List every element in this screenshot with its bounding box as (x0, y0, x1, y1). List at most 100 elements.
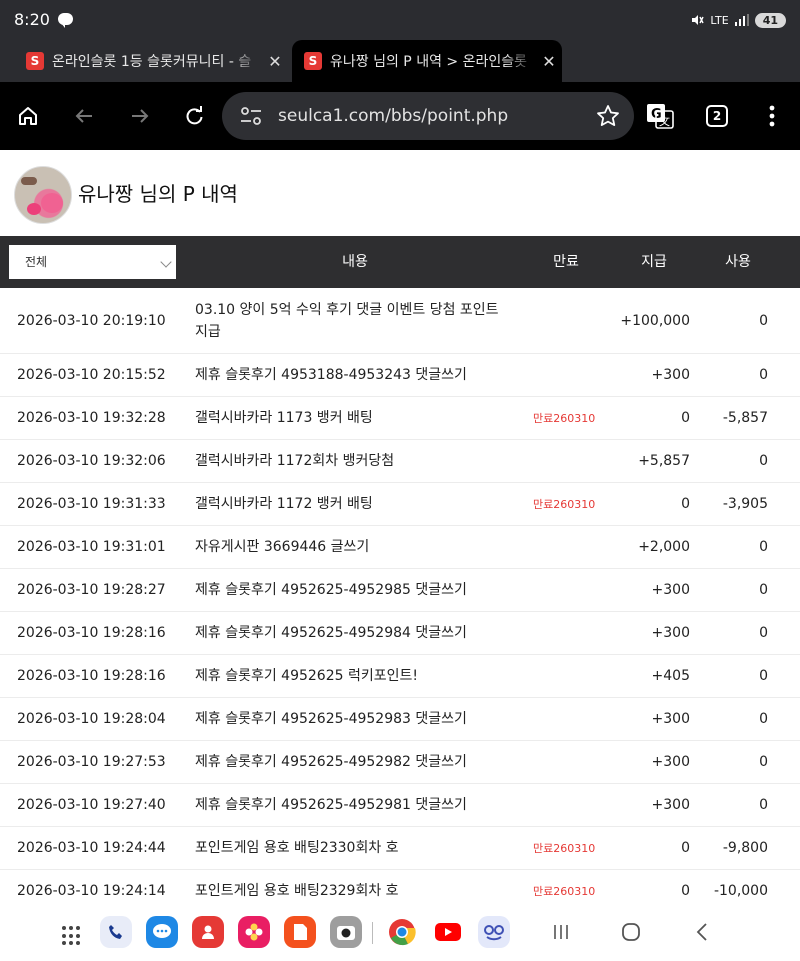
row-give: +300 (651, 625, 690, 641)
messages-app-icon[interactable] (146, 916, 178, 948)
row-content: 제휴 슬롯후기 4953188-4953243 댓글쓰기 (195, 367, 467, 383)
close-tab-icon[interactable]: ✕ (536, 52, 562, 71)
battery-indicator: 41 (754, 12, 786, 28)
tab-switcher-button[interactable]: 2 (706, 105, 728, 127)
table-row: 2026-03-10 19:28:27 제휴 슬롯후기 4952625-4952… (0, 569, 800, 612)
forward-arrow-icon[interactable] (124, 100, 156, 132)
page-header: 유나짱 님의 P 내역 (0, 150, 800, 236)
row-give: +300 (651, 797, 690, 813)
gallery-app-icon[interactable] (238, 916, 270, 948)
table-row: 2026-03-10 19:28:16 제휴 슬롯후기 4952625-4952… (0, 612, 800, 655)
row-date: 2026-03-10 19:27:53 (17, 754, 166, 770)
tab-inactive[interactable]: 온라인슬롯 1등 슬롯커뮤니티 - 슬 ✕ (26, 40, 288, 82)
phone-app-icon[interactable] (100, 916, 132, 948)
row-date: 2026-03-10 19:31:33 (17, 496, 166, 512)
row-give: +300 (651, 367, 690, 383)
site-settings-icon[interactable] (240, 106, 262, 126)
row-use: -3,905 (722, 496, 768, 512)
status-bar: 8:20 LTE 41 (0, 0, 800, 40)
url-text[interactable]: seulca1.com/bbs/point.php (278, 92, 508, 140)
contacts-app-icon[interactable] (192, 916, 224, 948)
tab-title: 유나짱 님의 P 내역 > 온라인슬롯 (330, 54, 527, 70)
table-row: 2026-03-10 19:31:01 자유게시판 3669446 글쓰기 +2… (0, 526, 800, 569)
address-bar[interactable]: seulca1.com/bbs/point.php (222, 92, 634, 140)
status-indicators: LTE 41 (690, 11, 786, 29)
row-give: +100,000 (620, 312, 690, 329)
column-header-content: 내용 (342, 254, 368, 270)
table-row: 2026-03-10 19:31:33 갤럭시바카라 1172 뱅커 배팅 만료… (0, 483, 800, 526)
home-nav-icon[interactable] (615, 916, 647, 948)
row-give: +300 (651, 582, 690, 598)
dock-separator (372, 922, 373, 944)
table-row: 2026-03-10 19:27:40 제휴 슬롯후기 4952625-4952… (0, 784, 800, 827)
table-row: 2026-03-10 19:24:44 포인트게임 용호 배팅2330회차 호 … (0, 827, 800, 870)
site-favicon-icon (26, 52, 44, 70)
tab-title: 온라인슬롯 1등 슬롯커뮤니티 - 슬 (52, 54, 252, 70)
row-use: 0 (759, 668, 768, 684)
signal-icon (734, 14, 749, 26)
table-row: 2026-03-10 20:15:52 제휴 슬롯후기 4953188-4953… (0, 354, 800, 397)
row-use: 0 (759, 367, 768, 383)
back-nav-icon[interactable] (686, 916, 718, 948)
reload-icon[interactable] (178, 100, 210, 132)
row-give: 0 (681, 410, 690, 426)
row-use: 0 (759, 453, 768, 469)
row-give: +300 (651, 754, 690, 770)
filter-selected-value: 전체 (25, 255, 48, 269)
mute-icon (692, 15, 705, 25)
row-content: 제휴 슬롯후기 4952625-4952984 댓글쓰기 (195, 625, 467, 641)
row-date: 2026-03-10 20:19:10 (17, 312, 166, 329)
home-icon[interactable] (12, 100, 44, 132)
back-arrow-icon[interactable] (68, 100, 100, 132)
row-content: 제휴 슬롯후기 4952625 럭키포인트! (195, 668, 418, 684)
table-row: 2026-03-10 19:27:53 제휴 슬롯후기 4952625-4952… (0, 741, 800, 784)
row-date: 2026-03-10 19:28:04 (17, 711, 166, 727)
row-use: 0 (759, 539, 768, 555)
row-give: +5,857 (638, 453, 690, 469)
system-nav-bar (0, 904, 800, 961)
column-header-expire: 만료 (553, 254, 579, 270)
site-favicon-icon (304, 52, 322, 70)
row-content: 제휴 슬롯후기 4952625-4952985 댓글쓰기 (195, 582, 467, 598)
chrome-app-icon[interactable] (386, 916, 418, 948)
row-use: 0 (759, 312, 768, 329)
svg-text:文: 文 (659, 114, 670, 128)
recent-apps-icon[interactable] (545, 916, 577, 948)
row-date: 2026-03-10 19:31:01 (17, 539, 166, 555)
row-use: 0 (759, 711, 768, 727)
youtube-app-icon[interactable] (432, 916, 464, 948)
table-row: 2026-03-10 19:28:16 제휴 슬롯후기 4952625 럭키포인… (0, 655, 800, 698)
row-give: +300 (651, 711, 690, 727)
notes-app-icon[interactable] (284, 916, 316, 948)
camera-app-icon[interactable] (330, 916, 362, 948)
row-give: +2,000 (638, 539, 690, 555)
table-row: 2026-03-10 19:32:28 갤럭시바카라 1173 뱅커 배팅 만료… (0, 397, 800, 440)
close-tab-icon[interactable]: ✕ (262, 52, 288, 71)
row-content: 갤럭시바카라 1173 뱅커 배팅 (195, 410, 373, 426)
row-date: 2026-03-10 19:28:16 (17, 668, 166, 684)
row-use: -5,857 (722, 410, 768, 426)
row-use: 0 (759, 797, 768, 813)
row-use: 0 (759, 582, 768, 598)
row-use: 0 (759, 754, 768, 770)
tab-active[interactable]: 유나짱 님의 P 내역 > 온라인슬롯 ✕ (292, 40, 562, 82)
row-give: 0 (681, 496, 690, 512)
row-content: 03.10 양이 5억 수익 후기 댓글 이벤트 당첨 포인트 지급 (195, 301, 499, 340)
assistant-app-icon[interactable] (478, 916, 510, 948)
row-date: 2026-03-10 19:32:28 (17, 410, 166, 426)
row-content: 제휴 슬롯후기 4952625-4952981 댓글쓰기 (195, 797, 467, 813)
browser-toolbar: seulca1.com/bbs/point.php G文 2 (0, 82, 800, 150)
page-title: 유나짱 님의 P 내역 (78, 182, 238, 206)
more-menu-icon[interactable] (756, 100, 788, 132)
table-row: 2026-03-10 19:28:04 제휴 슬롯후기 4952625-4952… (0, 698, 800, 741)
bookmark-star-icon[interactable] (596, 104, 620, 128)
app-drawer-icon[interactable] (62, 926, 82, 946)
column-header-give: 지급 (641, 254, 667, 270)
network-type: LTE (710, 13, 729, 27)
translate-icon[interactable]: G文 (644, 100, 676, 132)
table-header: 전체 내용 만료 지급 사용 (0, 236, 800, 288)
row-content: 갤럭시바카라 1172 뱅커 배팅 (195, 496, 373, 512)
filter-select[interactable]: 전체 (9, 245, 176, 279)
row-content: 제휴 슬롯후기 4952625-4952983 댓글쓰기 (195, 711, 467, 727)
avatar (14, 166, 72, 224)
